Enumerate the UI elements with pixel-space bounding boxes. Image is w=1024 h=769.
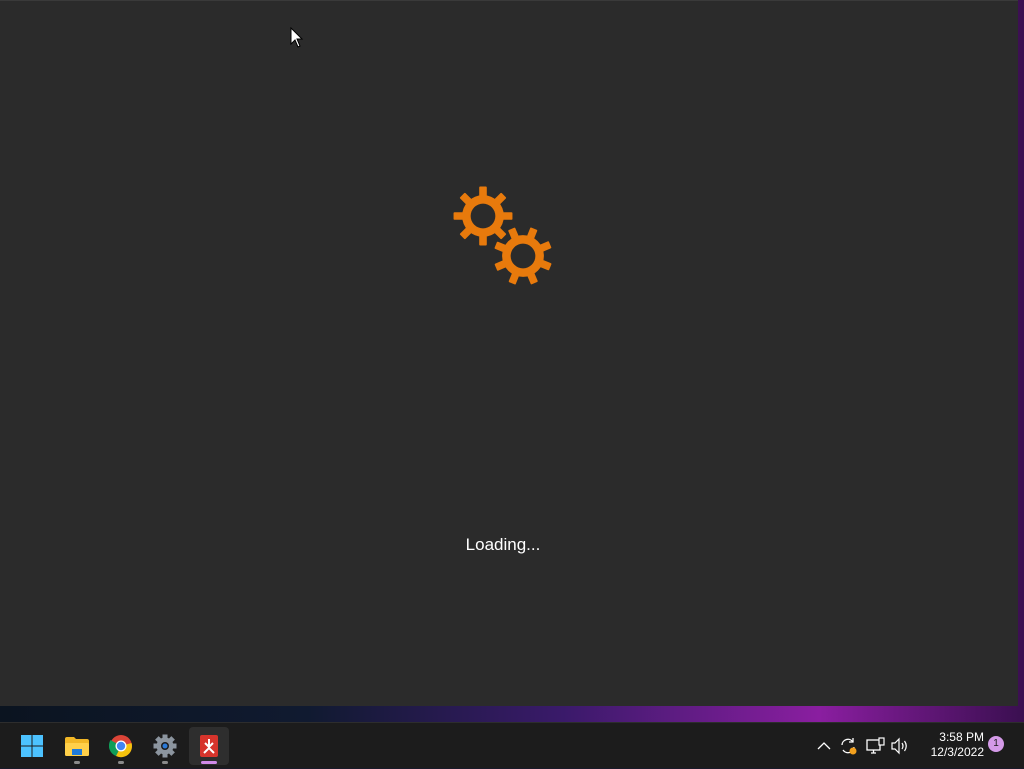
notification-badge[interactable]: 1: [988, 736, 1004, 752]
gears-icon: [453, 186, 560, 293]
loading-window: Loading...: [0, 0, 1018, 706]
volume-icon: [891, 737, 907, 755]
network-tray-button[interactable]: [864, 723, 886, 769]
app-installer-icon: [200, 735, 218, 757]
active-indicator: [201, 761, 217, 764]
taskbar: 3:58 PM 12/3/2022: [0, 722, 1024, 768]
chevron-up-icon: [817, 742, 831, 750]
windows-logo-icon: [21, 735, 43, 757]
clock-date: 12/3/2022: [930, 745, 984, 759]
start-button[interactable]: [12, 727, 52, 765]
mouse-cursor-icon: [290, 27, 304, 48]
show-hidden-icons-button[interactable]: [814, 723, 834, 769]
chrome-icon: [109, 735, 132, 758]
taskbar-settings[interactable]: [145, 727, 185, 765]
clock-time: 3:58 PM: [939, 730, 984, 744]
sync-tray-button[interactable]: [837, 723, 859, 769]
taskbar-chrome[interactable]: [101, 727, 141, 765]
folder-icon: [65, 737, 89, 756]
volume-tray-button[interactable]: [889, 723, 911, 769]
loading-text: Loading...: [465, 535, 541, 554]
network-icon: [866, 737, 885, 754]
running-indicator: [162, 761, 168, 764]
taskbar-active-app[interactable]: [189, 727, 229, 765]
running-indicator: [74, 761, 80, 764]
gear-icon: [153, 734, 177, 758]
running-indicator: [118, 761, 124, 764]
taskbar-file-explorer[interactable]: [57, 727, 97, 765]
clock[interactable]: 3:58 PM 12/3/2022: [914, 730, 984, 760]
sync-icon: [841, 738, 857, 755]
